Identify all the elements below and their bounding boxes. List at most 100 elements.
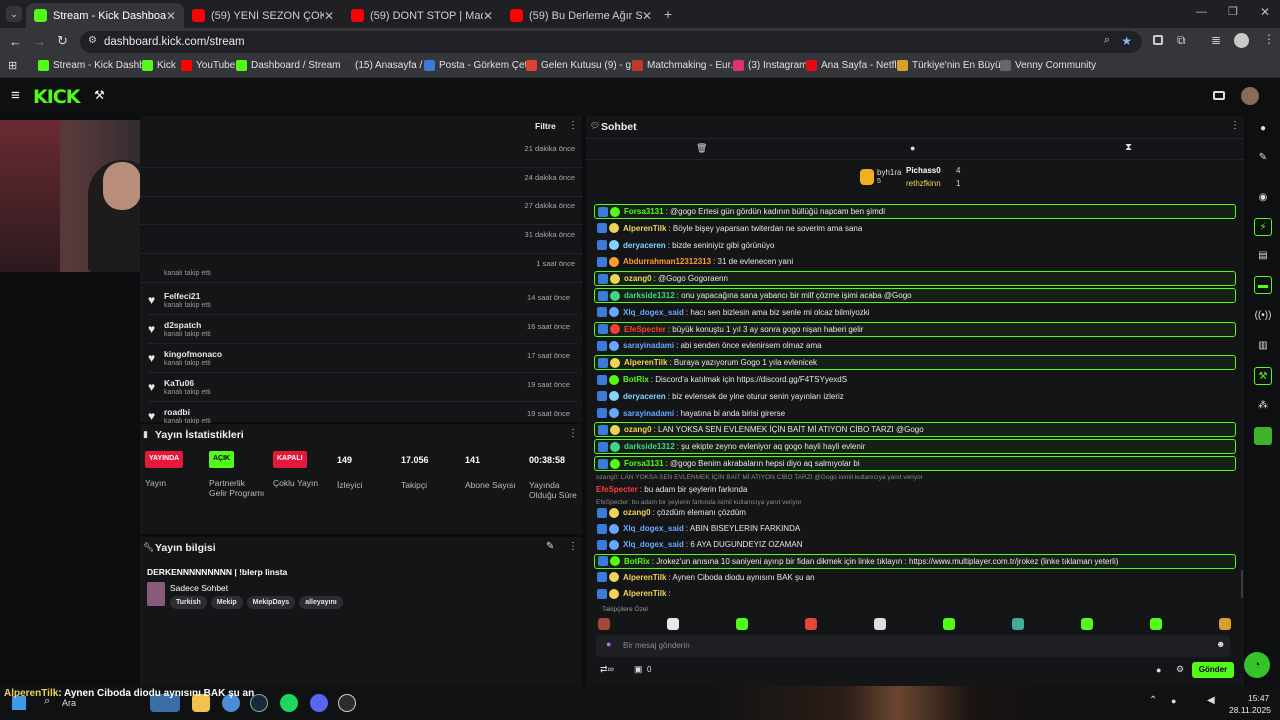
points-icon[interactable]: ▣: [634, 664, 643, 675]
green-app-icon[interactable]: [1254, 427, 1272, 445]
chat-menu-icon[interactable]: ⋮: [1230, 120, 1240, 131]
chat-mode-icon[interactable]: ●: [910, 143, 915, 153]
floating-chat-button[interactable]: ◔: [1244, 652, 1270, 678]
taskbar-app-obs[interactable]: [338, 694, 356, 712]
camera-icon[interactable]: ◉: [1254, 189, 1272, 207]
chat-username[interactable]: ozang0: [624, 274, 652, 283]
bolt-icon[interactable]: ⚡︎: [1254, 218, 1272, 236]
chat-username[interactable]: Abdurrahman12312313: [623, 257, 711, 266]
bookmark-item[interactable]: Türkiye'nin En Büyü...: [897, 60, 1009, 71]
reading-list-icon[interactable]: ≣: [1211, 33, 1221, 47]
maximize-button[interactable]: ❐: [1228, 5, 1238, 18]
activity-row[interactable]: ♥ kingofmonaco kanalı takip etti 17 saat ön…: [148, 345, 578, 373]
edit-pencil-icon[interactable]: ✎: [546, 541, 554, 552]
chat-username[interactable]: Xlq_dogex_said: [623, 308, 684, 317]
chat-username[interactable]: ozang0: [624, 425, 652, 434]
chat-username[interactable]: ozang0: [623, 508, 651, 517]
browser-tab[interactable]: (59) DONT STOP | Madara Old✕: [343, 3, 501, 28]
zoom-icon[interactable]: ⌕: [1104, 34, 1110, 47]
hamburger-menu-icon[interactable]: ≡: [11, 87, 20, 104]
bookmark-item[interactable]: Dashboard / Stream...: [236, 60, 349, 71]
browser-tab[interactable]: Stream - Kick Dashboard ✕: [26, 3, 184, 28]
chat-username[interactable]: AlperenTilk: [623, 589, 666, 598]
bookmark-item[interactable]: Matchmaking - Eur...: [632, 60, 739, 71]
pinned-user-3[interactable]: rethzfkinn: [906, 179, 941, 188]
chat-username[interactable]: EfeSpecter: [624, 325, 666, 334]
slow-mode-icon[interactable]: ⧗: [1125, 142, 1132, 153]
share-icon[interactable]: ⇄∞: [600, 664, 614, 675]
menu-kebab-icon[interactable]: ⋮: [1263, 32, 1275, 46]
site-info-icon[interactable]: ⚙: [88, 35, 97, 46]
pencil-icon[interactable]: ✎: [1254, 149, 1272, 167]
emote-icon[interactable]: [874, 618, 886, 630]
stream-tag[interactable]: Turkish: [170, 596, 207, 609]
reload-icon[interactable]: ↻: [57, 33, 68, 49]
forward-icon[interactable]: →: [33, 34, 46, 49]
close-window-button[interactable]: ✕: [1260, 5, 1270, 19]
bookmark-item[interactable]: Venny Community: [1000, 60, 1096, 71]
chat-username[interactable]: BotRix: [624, 557, 650, 566]
activity-menu-icon[interactable]: ⋮: [568, 120, 578, 131]
emote-icon[interactable]: [598, 618, 610, 630]
stream-tag[interactable]: MekipDays: [246, 596, 296, 609]
emoji-icon[interactable]: ☻: [1216, 639, 1225, 649]
emote-icon[interactable]: [805, 618, 817, 630]
bookmark-item[interactable]: (3) Instagram: [733, 60, 807, 71]
bookmark-item[interactable]: Ana Sayfa - Netflix: [806, 60, 904, 71]
chat-username[interactable]: Xlq_dogex_said: [623, 524, 684, 533]
mic-tray-icon[interactable]: ●: [1171, 696, 1176, 706]
browser-tab[interactable]: (59) YENİ SEZON ÇOK FENA BA✕: [184, 3, 342, 28]
chat-scrollbar[interactable]: [1241, 570, 1243, 598]
bookmark-item[interactable]: Gelen Kutusu (9) - g...: [526, 60, 639, 71]
stream-tag[interactable]: alleyayını: [299, 596, 343, 609]
activity-row[interactable]: ♥ KaTu06 kanalı takip etti 19 saat önce: [148, 374, 578, 402]
follower-name[interactable]: d2spatch: [164, 320, 201, 330]
chat-username[interactable]: sarayinadami: [623, 341, 674, 350]
extensions-puzzle-icon[interactable]: ⧉: [1177, 33, 1186, 48]
kick-logo[interactable]: KICK: [33, 86, 80, 108]
chevron-up-icon[interactable]: ⌃: [1149, 695, 1157, 706]
emote-icon[interactable]: [1081, 618, 1093, 630]
chat-username[interactable]: AlperenTilk: [623, 224, 666, 233]
follower-name[interactable]: Felfeci21: [164, 291, 200, 301]
activity-row[interactable]: ♥ Felfeci21 kanalı takip etti 14 saat önce: [148, 287, 578, 315]
bookmark-item[interactable]: YouTube: [181, 60, 235, 71]
category-name[interactable]: Sadece Sohbet: [170, 583, 228, 593]
emote-icon[interactable]: [736, 618, 748, 630]
tools-icon[interactable]: ⚒: [1254, 367, 1272, 385]
chat-username[interactable]: darkside1312: [624, 291, 675, 300]
broadcast-icon[interactable]: ((•)): [1254, 307, 1272, 325]
chat-username[interactable]: AlperenTilk: [624, 358, 667, 367]
user-avatar[interactable]: [1241, 87, 1259, 105]
gear-icon[interactable]: ⚙: [1176, 664, 1184, 675]
clipboard-icon[interactable]: ▤: [1254, 247, 1272, 265]
tab-search-button[interactable]: ⌄: [6, 6, 22, 22]
url-input[interactable]: ⚙ dashboard.kick.com/stream ⌕ ★: [80, 31, 1142, 53]
stats-menu-icon[interactable]: ⋮: [568, 428, 578, 439]
back-icon[interactable]: ←: [9, 34, 22, 49]
mic-icon[interactable]: ●: [606, 639, 611, 649]
tab-close-icon[interactable]: ✕: [483, 9, 493, 23]
profile-avatar[interactable]: [1234, 33, 1249, 48]
stack-icon[interactable]: ▥: [1254, 337, 1272, 355]
stream-tag[interactable]: Mekip: [210, 596, 243, 609]
emote-icon[interactable]: [1219, 618, 1231, 630]
taskbar-app-spotify[interactable]: [280, 694, 298, 712]
bookmark-item[interactable]: Posta - Görkem Çeti...: [424, 60, 538, 71]
tab-close-icon[interactable]: ✕: [642, 9, 652, 23]
chat-input[interactable]: ● Bir mesaj gönderin ☻: [596, 635, 1230, 657]
chat-username[interactable]: Forsa3131: [624, 207, 664, 216]
chat-settings-icon[interactable]: ●: [1156, 665, 1161, 675]
bookmark-item[interactable]: Kick: [142, 60, 176, 71]
bookmark-item[interactable]: Stream - Kick Dashb...: [38, 60, 153, 71]
follower-name[interactable]: kingofmonaco: [164, 349, 222, 359]
nodes-icon[interactable]: ⁂: [1254, 397, 1272, 415]
minimize-button[interactable]: —: [1196, 6, 1207, 18]
clock-date[interactable]: 28.11.2025: [1229, 705, 1271, 715]
apps-grid-icon[interactable]: ⊞: [8, 59, 17, 72]
activity-row[interactable]: ♥ d2spatch kanalı takip etti 16 saat önce: [148, 316, 578, 344]
trash-icon[interactable]: 🗑︎: [696, 143, 707, 154]
taskbar-search-label[interactable]: Ara: [62, 698, 76, 708]
follower-name[interactable]: roadbi: [164, 407, 190, 417]
emote-icon[interactable]: [667, 618, 679, 630]
